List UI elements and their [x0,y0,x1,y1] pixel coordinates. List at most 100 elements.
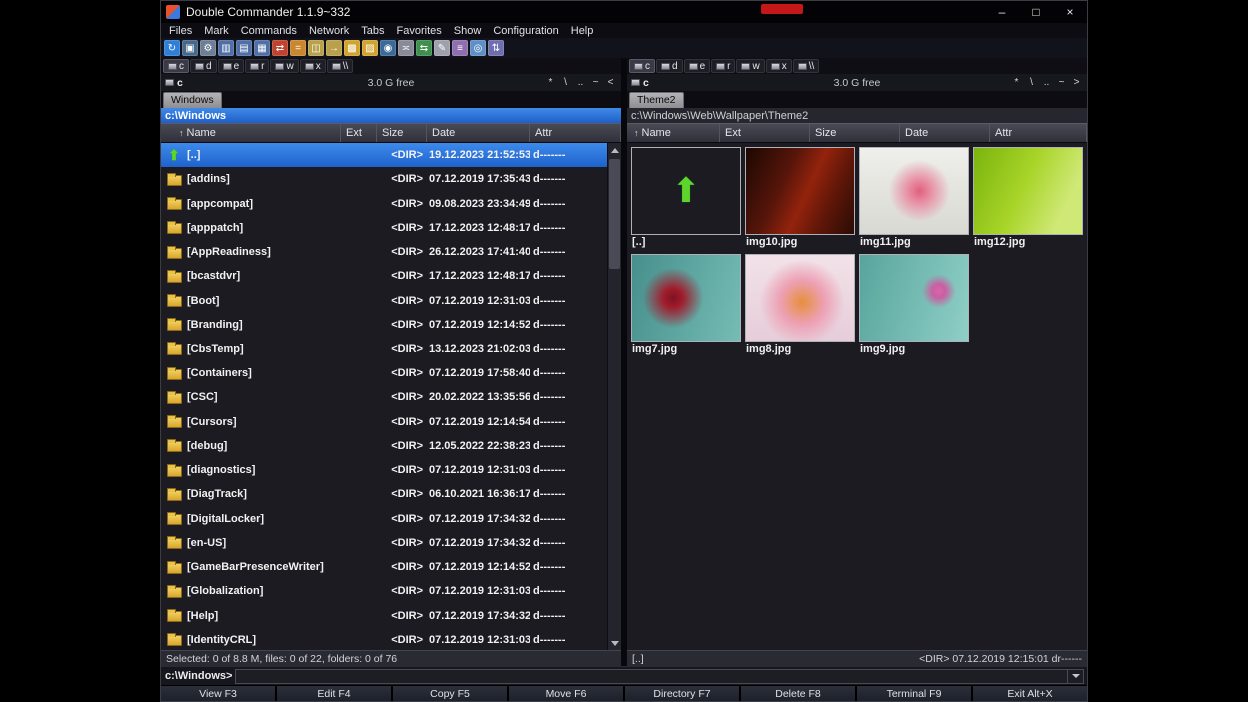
file-row[interactable]: ⬆[..]<DIR>19.12.2023 21:52:53d------- [161,143,607,167]
drive-button-e[interactable]: e [218,59,245,73]
drive-button-x[interactable]: x [300,59,326,73]
drive-button-d[interactable]: d [656,59,683,73]
nav-button-history-forward[interactable]: > [1070,77,1083,88]
close-button[interactable]: × [1053,1,1087,23]
drive-button-e[interactable]: e [684,59,711,73]
compare-icon[interactable]: ≍ [398,40,414,56]
drive-button-network[interactable]: \\ [327,59,354,73]
options-icon[interactable]: ⚙ [200,40,216,56]
drive-button-x[interactable]: x [766,59,792,73]
file-row[interactable]: [IdentityCRL]<DIR>07.12.2019 12:31:03d--… [161,628,607,650]
terminal-icon[interactable]: ▣ [182,40,198,56]
file-row[interactable]: [DigitalLocker]<DIR>07.12.2019 17:34:32d… [161,507,607,531]
menu-item-configuration[interactable]: Configuration [487,25,564,37]
drive-button-r[interactable]: r [245,59,269,73]
column-header-name[interactable]: ↑Name [161,124,341,142]
fkey-f3[interactable]: View F3 [161,686,275,701]
scrollbar-track[interactable] [608,157,621,636]
edit-icon[interactable]: ✎ [434,40,450,56]
scroll-down-button[interactable] [608,636,621,650]
scrollbar-thumb[interactable] [609,159,620,269]
file-row[interactable]: [Containers]<DIR>07.12.2019 17:58:40d---… [161,361,607,385]
menu-item-help[interactable]: Help [565,25,600,37]
maximize-button[interactable]: □ [1019,1,1053,23]
thumb-item[interactable]: ⬆[..] [631,147,741,249]
file-row[interactable]: [Boot]<DIR>07.12.2019 12:31:03d------- [161,288,607,312]
scroll-up-button[interactable] [608,143,621,157]
fkey-f6[interactable]: Move F6 [509,686,623,701]
fkey-f5[interactable]: Copy F5 [393,686,507,701]
target-source-icon[interactable]: = [290,40,306,56]
column-header-date[interactable]: Date [900,124,990,142]
thumb-item[interactable]: img7.jpg [631,254,741,356]
fkey-f9[interactable]: Terminal F9 [857,686,971,701]
fkey-alt-x[interactable]: Exit Alt+X [973,686,1087,701]
nav-button-mask[interactable]: * [1010,77,1023,88]
full-view-icon[interactable]: ▤ [236,40,252,56]
network-icon[interactable]: ⇅ [488,40,504,56]
column-header-size[interactable]: Size [810,124,900,142]
nav-button-history-back[interactable]: < [604,77,617,88]
column-header-attr[interactable]: Attr [990,124,1087,142]
column-header-ext[interactable]: Ext [720,124,810,142]
nav-button-root[interactable]: \ [559,77,572,88]
drive-button-w[interactable]: w [270,59,298,73]
nav-button-up[interactable]: .. [574,77,587,88]
file-row[interactable]: [apppatch]<DIR>17.12.2023 12:48:17d-----… [161,216,607,240]
file-row[interactable]: [addins]<DIR>07.12.2019 17:35:43d------- [161,167,607,191]
file-row[interactable]: [CSC]<DIR>20.02.2022 13:35:56d------- [161,385,607,409]
thumb-item[interactable]: img8.jpg [745,254,855,356]
file-row[interactable]: [debug]<DIR>12.05.2022 22:38:23d------- [161,434,607,458]
pack-icon[interactable]: ▩ [344,40,360,56]
thumb-item[interactable]: img9.jpg [859,254,969,356]
nav-button-home[interactable]: ~ [1055,77,1068,88]
file-row[interactable]: [Branding]<DIR>07.12.2019 12:14:52d-----… [161,313,607,337]
move-icon[interactable]: → [326,40,342,56]
tab-windows[interactable]: Windows [163,92,222,108]
file-row[interactable]: [bcastdvr]<DIR>17.12.2023 12:48:17d-----… [161,264,607,288]
column-header-size[interactable]: Size [377,124,427,142]
minimize-button[interactable]: – [985,1,1019,23]
column-header-name[interactable]: ↑Name [627,124,720,142]
nav-button-mask[interactable]: * [544,77,557,88]
swap-panels-icon[interactable]: ⇄ [272,40,288,56]
right-drive-select[interactable]: c [631,77,649,89]
drive-button-c[interactable]: c [629,59,655,73]
file-row[interactable]: [DiagTrack]<DIR>06.10.2021 16:36:17d----… [161,482,607,506]
drive-button-c[interactable]: c [163,59,189,73]
drive-button-d[interactable]: d [190,59,217,73]
menu-item-favorites[interactable]: Favorites [391,25,448,37]
nav-button-home[interactable]: ~ [589,77,602,88]
multi-rename-icon[interactable]: ≡ [452,40,468,56]
fkey-f8[interactable]: Delete F8 [741,686,855,701]
drive-button-network[interactable]: \\ [793,59,820,73]
tab-theme2[interactable]: Theme2 [629,92,684,108]
refresh-icon[interactable]: ↻ [164,40,180,56]
fkey-f7[interactable]: Directory F7 [625,686,739,701]
menu-item-commands[interactable]: Commands [235,25,303,37]
menu-item-tabs[interactable]: Tabs [355,25,390,37]
left-drive-select[interactable]: c [165,77,183,89]
command-input[interactable] [236,670,1067,682]
thumb-item[interactable]: img11.jpg [859,147,969,249]
sync-dirs-icon[interactable]: ⇆ [416,40,432,56]
column-header-ext[interactable]: Ext [341,124,377,142]
column-header-attr[interactable]: Attr [530,124,621,142]
file-row[interactable]: [diagnostics]<DIR>07.12.2019 12:31:03d--… [161,458,607,482]
file-row[interactable]: [appcompat]<DIR>09.08.2023 23:34:49d----… [161,191,607,215]
thumb-item[interactable]: img10.jpg [745,147,855,249]
column-header-date[interactable]: Date [427,124,530,142]
scrollbar[interactable] [607,143,621,650]
thumbnail-view-icon[interactable]: ▦ [254,40,270,56]
file-row[interactable]: [en-US]<DIR>07.12.2019 17:34:32d------- [161,531,607,555]
command-history-dropdown[interactable] [1067,670,1083,683]
file-row[interactable]: [Cursors]<DIR>07.12.2019 12:14:54d------… [161,410,607,434]
file-row[interactable]: [Globalization]<DIR>07.12.2019 12:31:03d… [161,579,607,603]
menu-item-mark[interactable]: Mark [198,25,234,37]
nav-button-up[interactable]: .. [1040,77,1053,88]
right-path-bar[interactable]: c:\Windows\Web\Wallpaper\Theme2 [627,108,1087,123]
file-row[interactable]: [CbsTemp]<DIR>13.12.2023 21:02:03d------… [161,337,607,361]
file-row[interactable]: [GameBarPresenceWriter]<DIR>07.12.2019 1… [161,555,607,579]
thumb-item[interactable]: img12.jpg [973,147,1083,249]
viewer-icon[interactable]: ◎ [470,40,486,56]
